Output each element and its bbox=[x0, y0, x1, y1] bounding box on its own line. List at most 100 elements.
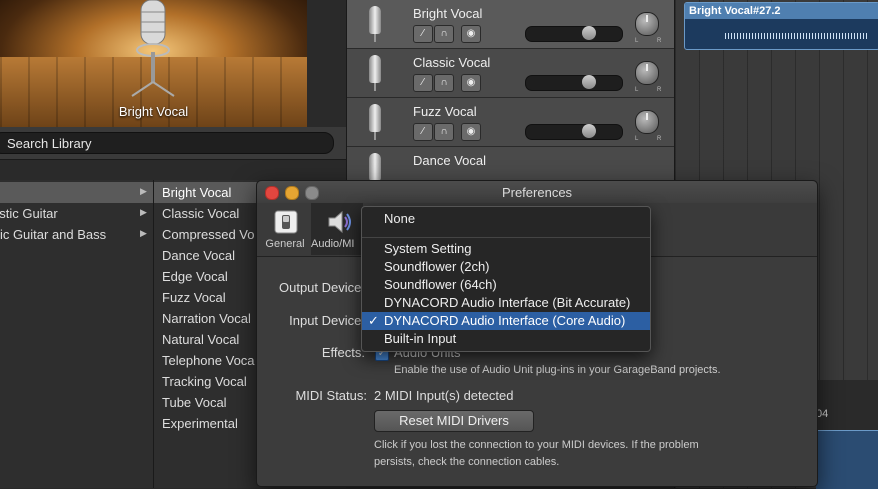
lower-ruler: 04 bbox=[816, 380, 878, 430]
library-preview: Bright Vocal bbox=[0, 0, 307, 127]
mute-button[interactable]: ⁄ bbox=[413, 74, 433, 92]
waveform bbox=[725, 33, 869, 39]
menu-item[interactable]: Soundflower (64ch) bbox=[362, 276, 650, 294]
chevron-right-icon: ▶ bbox=[140, 186, 147, 196]
track-name: Classic Vocal bbox=[413, 55, 491, 70]
menu-item-label: Soundflower (64ch) bbox=[384, 277, 497, 292]
microphone-icon bbox=[131, 0, 175, 97]
menu-item-selected[interactable]: ✓ DYNACORD Audio Interface (Core Audio) bbox=[362, 312, 650, 330]
effects-label: Effects: bbox=[321, 345, 365, 360]
midi-status-value: 2 MIDI Input(s) detected bbox=[374, 388, 514, 403]
menu-item[interactable]: DYNACORD Audio Interface (Bit Accurate) bbox=[362, 294, 650, 312]
volume-slider-knob[interactable] bbox=[582, 75, 596, 89]
volume-slider-knob[interactable] bbox=[582, 124, 596, 138]
pan-right-label: R bbox=[657, 38, 662, 44]
microphone-icon bbox=[369, 104, 381, 132]
volume-slider-knob[interactable] bbox=[582, 26, 596, 40]
patch-label: Compressed Vo bbox=[162, 227, 255, 242]
pan-left-label: L bbox=[635, 38, 639, 44]
window-titlebar: Preferences bbox=[257, 181, 817, 203]
tab-general[interactable]: General bbox=[257, 203, 309, 255]
input-device-menu: None System Setting Soundflower (2ch) So… bbox=[361, 206, 651, 352]
output-device-label: Output Device: bbox=[279, 280, 365, 295]
volume-slider[interactable] bbox=[525, 75, 623, 91]
mute-button[interactable]: ⁄ bbox=[413, 25, 433, 43]
preview-title: Bright Vocal bbox=[118, 104, 189, 119]
pan-right-label: R bbox=[657, 87, 662, 93]
region-title: Bright Vocal#27.2 bbox=[689, 5, 781, 17]
audio-region[interactable]: Bright Vocal#27.2 bbox=[684, 2, 878, 50]
pan-right-label: R bbox=[657, 136, 662, 142]
speaker-icon bbox=[328, 210, 351, 234]
headphones-icon[interactable]: ∩ bbox=[434, 74, 454, 92]
menu-item[interactable]: System Setting bbox=[362, 240, 650, 258]
microphone-icon bbox=[369, 153, 381, 181]
window-title: Preferences bbox=[501, 185, 573, 200]
menu-item-label: DYNACORD Audio Interface (Core Audio) bbox=[384, 313, 626, 328]
volume-slider[interactable] bbox=[525, 124, 623, 140]
patch-label: Fuzz Vocal bbox=[162, 290, 226, 305]
patch-label: Natural Vocal bbox=[162, 332, 240, 347]
reset-midi-drivers-button[interactable]: Reset MIDI Drivers bbox=[374, 410, 534, 432]
tab-audio-midi[interactable]: Audio/MI bbox=[311, 203, 363, 255]
patch-label: Tracking Vocal bbox=[162, 374, 247, 389]
reset-note-line-1: Click if you lost the connection to your… bbox=[374, 439, 699, 451]
headphones-icon[interactable]: ∩ bbox=[434, 123, 454, 141]
tab-general-label: General bbox=[265, 238, 305, 250]
input-device-label: Input Device: bbox=[289, 313, 365, 328]
mic-stand bbox=[374, 34, 376, 42]
microphone-icon bbox=[369, 6, 381, 34]
mic-stand bbox=[374, 83, 376, 91]
effects-note: Enable the use of Audio Unit plug-ins in… bbox=[394, 364, 721, 376]
track-header[interactable]: Bright Vocal ⁄ ∩ ◉ L R bbox=[347, 0, 675, 49]
patch-label: Dance Vocal bbox=[162, 248, 235, 263]
volume-slider[interactable] bbox=[525, 26, 623, 42]
lower-audio-region[interactable] bbox=[816, 430, 878, 489]
menu-item[interactable]: Soundflower (2ch) bbox=[362, 258, 650, 276]
menu-item-label: Built-in Input bbox=[384, 331, 457, 346]
search-input[interactable]: Search Library bbox=[0, 132, 334, 154]
track-headers: Bright Vocal ⁄ ∩ ◉ L R Classic Vocal ⁄ ∩… bbox=[346, 0, 675, 196]
track-header[interactable]: Fuzz Vocal ⁄ ∩ ◉ L R bbox=[347, 98, 675, 147]
patch-label: Tube Vocal bbox=[162, 395, 227, 410]
track-name: Bright Vocal bbox=[413, 6, 483, 21]
record-enable-button[interactable]: ◉ bbox=[461, 25, 481, 43]
category-label: tric Guitar and Bass bbox=[0, 227, 107, 242]
chevron-right-icon: ▶ bbox=[140, 228, 147, 238]
record-enable-button[interactable]: ◉ bbox=[461, 74, 481, 92]
category-label: ustic Guitar bbox=[0, 206, 58, 221]
midi-status-label: MIDI Status: bbox=[295, 388, 367, 403]
menu-item[interactable]: Built-in Input bbox=[362, 330, 650, 348]
pan-left-label: L bbox=[635, 136, 639, 142]
category-item[interactable]: ustic Guitar ▶ bbox=[0, 203, 153, 224]
menu-item-label: DYNACORD Audio Interface (Bit Accurate) bbox=[384, 295, 631, 310]
pan-knob[interactable] bbox=[635, 61, 659, 85]
category-item[interactable]: tric Guitar and Bass ▶ bbox=[0, 224, 153, 245]
pan-knob[interactable] bbox=[635, 110, 659, 134]
patch-label: Narration Vocal bbox=[162, 311, 251, 326]
checkmark-icon: ✓ bbox=[368, 313, 379, 328]
track-name: Dance Vocal bbox=[413, 153, 486, 168]
menu-item-label: None bbox=[384, 211, 416, 226]
reset-note-line-2: persists, check the connection cables. bbox=[374, 456, 560, 468]
headphones-icon[interactable]: ∩ bbox=[434, 25, 454, 43]
menu-separator bbox=[362, 237, 650, 238]
patch-label: Telephone Voca bbox=[162, 353, 255, 368]
chevron-right-icon: ▶ bbox=[140, 207, 147, 217]
switch-icon bbox=[274, 210, 298, 234]
menu-item-label: Soundflower (2ch) bbox=[384, 259, 490, 274]
mic-stand bbox=[374, 132, 376, 140]
patch-label: Edge Vocal bbox=[162, 269, 228, 284]
record-enable-button[interactable]: ◉ bbox=[461, 123, 481, 141]
category-item[interactable]: e ▶ bbox=[0, 182, 153, 203]
mute-button[interactable]: ⁄ bbox=[413, 123, 433, 141]
category-list: e ▶ ustic Guitar ▶ tric Guitar and Bass … bbox=[0, 180, 154, 488]
track-header[interactable]: Classic Vocal ⁄ ∩ ◉ L R bbox=[347, 49, 675, 98]
menu-item[interactable]: None bbox=[362, 210, 650, 228]
microphone-icon bbox=[369, 55, 381, 83]
patch-label: Bright Vocal bbox=[162, 185, 232, 200]
patch-label: Experimental bbox=[162, 416, 238, 431]
pan-left-label: L bbox=[635, 87, 639, 93]
search-placeholder: Search Library bbox=[7, 136, 92, 151]
pan-knob[interactable] bbox=[635, 12, 659, 36]
